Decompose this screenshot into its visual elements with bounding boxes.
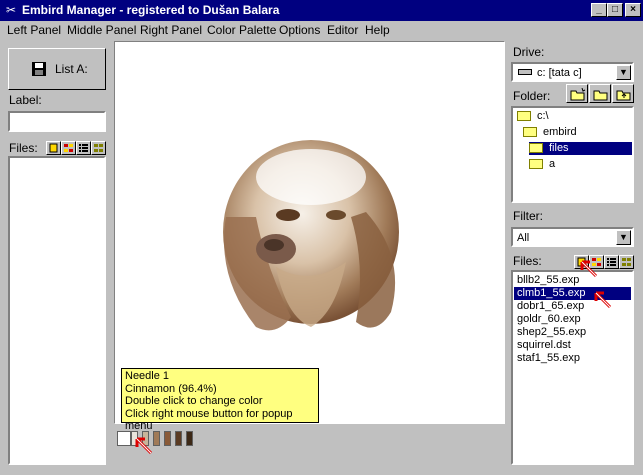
needle-tooltip: Needle 1 Cinnamon (96.4%) Double click t… (121, 368, 319, 432)
hard-drive-icon (518, 69, 532, 75)
folder-tree-item[interactable]: a (529, 158, 632, 171)
list-a-label: List A: (55, 62, 88, 76)
folder-tree-item[interactable]: embird (523, 126, 632, 139)
file-list-item[interactable]: squirrel.dst (514, 339, 631, 352)
details-view-icon (622, 258, 631, 266)
folder-icon (517, 111, 531, 122)
filter-caption: Filter: (513, 209, 543, 223)
drive-dropdown-button[interactable]: ▼ (616, 65, 631, 80)
right-details-view-button[interactable] (619, 255, 634, 269)
list-view-button[interactable] (76, 141, 91, 155)
menu-left-panel[interactable]: Left Panel (7, 23, 61, 38)
drive-caption: Drive: (513, 45, 545, 59)
menu-right-panel[interactable]: Right Panel (140, 23, 202, 38)
folder-tree-label: files (549, 142, 569, 154)
folder-icon (523, 127, 537, 138)
details-view-button[interactable] (91, 141, 106, 155)
menu-editor[interactable]: Editor (327, 23, 358, 38)
color-swatch[interactable] (186, 431, 193, 446)
folder-tree-label: c:\ (537, 110, 549, 122)
folder-icon (529, 143, 543, 154)
color-swatch[interactable] (153, 431, 160, 446)
large-icons-icon (49, 143, 58, 153)
folder-icon (593, 90, 608, 101)
menu-bar: Left Panel Middle Panel Right Panel Colo… (0, 21, 643, 40)
left-files-list[interactable] (8, 156, 106, 465)
folder-tree[interactable]: c:\ embird files a (511, 106, 634, 203)
file-list-item[interactable]: bllb2_55.exp (514, 274, 631, 287)
pointer-cursor-icon (135, 437, 153, 455)
file-list-item[interactable]: staf1_55.exp (514, 352, 631, 365)
up-folder-icon (616, 90, 631, 101)
details-view-icon (94, 144, 103, 152)
folder-tree-item[interactable]: files (529, 142, 632, 155)
open-folder-button[interactable] (589, 84, 611, 103)
menu-options[interactable]: Options (279, 23, 320, 38)
list-view-icon (607, 258, 616, 266)
small-icons-view-button[interactable] (61, 141, 76, 155)
tooltip-line-color: Cinnamon (96.4%) (125, 382, 217, 395)
label-input[interactable] (8, 111, 106, 132)
filter-dropdown-button[interactable]: ▼ (616, 230, 631, 245)
color-swatch[interactable] (175, 431, 182, 446)
floppy-disk-icon (32, 62, 46, 76)
file-list-item[interactable]: dobr1_65.exp (514, 300, 631, 313)
label-caption: Label: (9, 93, 42, 107)
pointer-cursor-icon (580, 260, 598, 278)
color-palette-strip (114, 425, 505, 465)
minimize-button[interactable]: _ (591, 3, 607, 17)
close-button[interactable]: × (625, 3, 641, 17)
folder-tree-item[interactable]: c:\ (517, 110, 632, 123)
folder-tree-label: embird (543, 126, 577, 138)
menu-middle-panel[interactable]: Middle Panel (67, 23, 136, 38)
window-title: Embird Manager - registered to Dušan Bal… (22, 3, 280, 17)
file-list-item[interactable]: shep2_55.exp (514, 326, 631, 339)
design-preview-area[interactable] (114, 41, 505, 424)
small-icons-icon (64, 144, 73, 152)
filter-select[interactable]: All ▼ (511, 227, 634, 247)
maximize-button[interactable]: □ (607, 3, 623, 17)
pointer-cursor-icon (594, 291, 612, 309)
color-swatch[interactable] (117, 431, 131, 446)
drive-select[interactable]: c: [tata c] ▼ (511, 62, 634, 82)
file-list-item[interactable]: goldr_60.exp (514, 313, 631, 326)
menu-color-palette[interactable]: Color Palette (207, 23, 276, 38)
right-files-list[interactable]: bllb2_55.exp clmb1_55.exp dobr1_65.exp gold… (511, 270, 634, 465)
list-a-button[interactable]: List A: (8, 48, 106, 90)
dog-embroidery-image (223, 140, 399, 331)
right-list-view-button[interactable] (604, 255, 619, 269)
file-list-item[interactable]: clmb1_55.exp (514, 287, 631, 300)
right-files-caption: Files: (513, 254, 542, 268)
folder-caption: Folder: (513, 89, 551, 103)
folder-tree-label: a (549, 158, 556, 170)
list-view-icon (79, 144, 88, 152)
drive-select-value: c: [tata c] (537, 67, 582, 79)
folder-icon (529, 159, 543, 170)
parent-folder-button[interactable] (612, 84, 634, 103)
filter-select-value: All (517, 232, 530, 244)
new-folder-icon (570, 88, 586, 101)
menu-help[interactable]: Help (365, 23, 390, 38)
large-icons-view-button[interactable] (46, 141, 61, 155)
color-swatch[interactable] (164, 431, 171, 446)
app-icon[interactable]: ✂ (4, 3, 18, 17)
tooltip-line-double-click: Double click to change color (125, 395, 263, 407)
left-files-caption: Files: (9, 141, 38, 155)
new-folder-button[interactable] (566, 84, 588, 103)
title-bar[interactable]: ✂ Embird Manager - registered to Dušan B… (0, 0, 643, 21)
tooltip-line-needle: Needle 1 (125, 370, 170, 382)
